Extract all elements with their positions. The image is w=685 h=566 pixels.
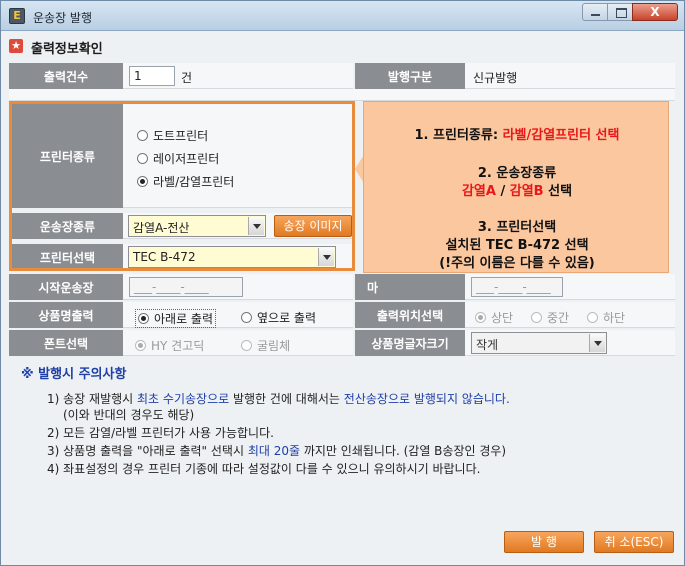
app-icon: E bbox=[9, 8, 25, 24]
note-2: 2) 모든 감열/라벨 프린터가 사용 가능합니다. bbox=[47, 426, 274, 440]
font-hy-gyeongothic[interactable]: HY 견고딕 bbox=[135, 337, 204, 354]
window-title: 운송장 발행 bbox=[33, 11, 93, 25]
note-1: 1) 송장 재발행시 최초 수기송장으로 발행한 건에 대해서는 전산송장으로 … bbox=[47, 392, 510, 406]
print-count-input[interactable]: 1 bbox=[129, 66, 175, 86]
callout-line-3: 감열A / 감열B 선택 bbox=[461, 184, 573, 199]
output-position-top[interactable]: 상단 bbox=[475, 309, 513, 326]
chevron-down-icon bbox=[589, 334, 605, 352]
output-position-label: 출력위치선택 bbox=[355, 302, 465, 328]
cancel-button[interactable]: 취 소(ESC) bbox=[594, 531, 674, 553]
print-count-unit: 건 bbox=[181, 71, 193, 85]
star-icon: ★ bbox=[9, 39, 23, 53]
instruction-callout: 1. 프린터종류: 라벨/감열프린터 선택 2. 운송장종류 감열A / 감열B… bbox=[363, 101, 669, 273]
print-count-label: 출력건수 bbox=[9, 63, 123, 89]
end-waybill-label: 마 bbox=[355, 274, 465, 300]
callout-line-5: 설치된 TEC B-472 선택 bbox=[445, 238, 589, 253]
end-waybill-input[interactable]: ___-____-____ bbox=[471, 277, 563, 297]
callout-line-6: (!주의 이름은 다를 수 있음) bbox=[439, 256, 595, 271]
product-font-size-label: 상품명글자크기 bbox=[355, 330, 465, 356]
start-waybill-input[interactable]: ___-____-____ bbox=[129, 277, 243, 297]
font-gulimche[interactable]: 굴림체 bbox=[241, 337, 290, 354]
output-position-bottom[interactable]: 하단 bbox=[587, 309, 625, 326]
product-output-below[interactable]: 아래로 출력 bbox=[135, 309, 217, 328]
maximize-button[interactable] bbox=[607, 3, 633, 21]
callout-line-4: 3. 프린터선택 bbox=[477, 220, 557, 235]
callout-line-1: 1. 프린터종류: 라벨/감열프린터 선택 bbox=[414, 128, 620, 143]
product-output-label: 상품명출력 bbox=[9, 302, 123, 328]
issue-button[interactable]: 발 행 bbox=[504, 531, 584, 553]
note-4: 4) 좌표설정의 경우 프린터 기종에 따라 설정값이 다를 수 있으니 유의하… bbox=[47, 462, 481, 476]
callout-line-2: 2. 운송장종류 bbox=[477, 166, 557, 181]
product-font-size-select[interactable]: 작게 bbox=[471, 332, 607, 354]
window: E 운송장 발행 X ★ 출력정보확인 출력건수 1 건 발행구분 신규발행 프… bbox=[0, 0, 685, 566]
note-1-sub: (이와 반대의 경우도 해당) bbox=[63, 408, 195, 422]
minimize-button[interactable] bbox=[582, 3, 608, 21]
product-output-side[interactable]: 옆으로 출력 bbox=[241, 309, 316, 326]
start-waybill-label: 시작운송장 bbox=[9, 274, 123, 300]
spacer-row bbox=[9, 89, 675, 101]
title-bar[interactable]: E 운송장 발행 X bbox=[1, 1, 684, 31]
issue-type-value: 신규발행 bbox=[473, 71, 518, 85]
issue-type-label: 발행구분 bbox=[355, 63, 465, 89]
font-select-label: 폰트선택 bbox=[9, 330, 123, 356]
close-button[interactable]: X bbox=[632, 3, 678, 21]
section-title: 출력정보확인 bbox=[31, 42, 103, 57]
output-position-middle[interactable]: 중간 bbox=[531, 309, 569, 326]
note-3: 3) 상품명 출력을 "아래로 출력" 선택시 최대 20줄 까지만 인쇄됩니다… bbox=[47, 444, 507, 458]
notes-title: ※ 발행시 주의사항 bbox=[21, 367, 127, 382]
highlight-box bbox=[9, 101, 355, 271]
